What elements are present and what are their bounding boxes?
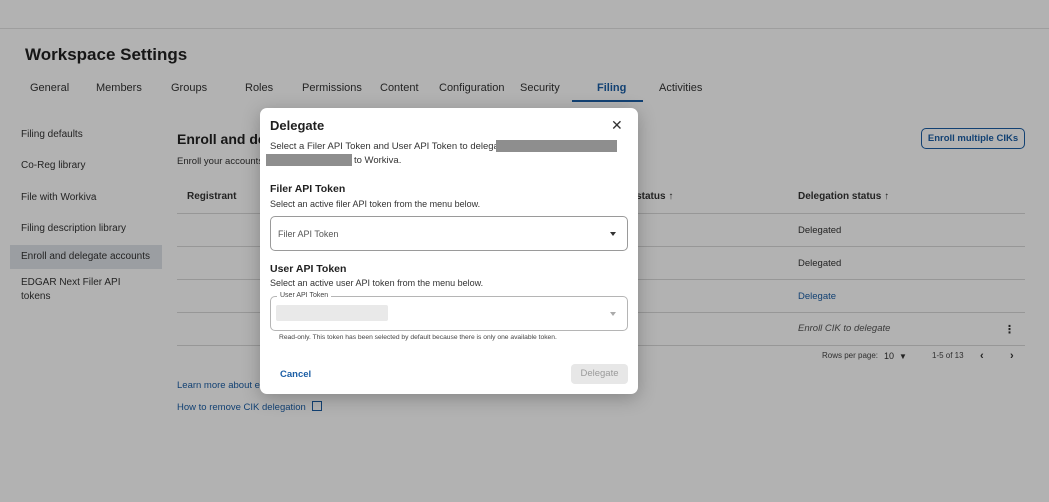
filer-token-placeholder: Filer API Token xyxy=(278,229,339,239)
user-token-value-redacted xyxy=(276,305,388,321)
filer-token-instruction: Select an active filer API token from th… xyxy=(270,199,481,209)
delegate-dialog: Delegate ✕ Select a Filer API Token and … xyxy=(260,108,638,394)
redacted-text xyxy=(496,140,617,152)
user-token-heading: User API Token xyxy=(270,263,347,275)
delegate-button[interactable]: Delegate xyxy=(571,364,628,384)
user-token-instruction: Select an active user API token from the… xyxy=(270,278,484,288)
dialog-title: Delegate xyxy=(270,118,325,133)
cancel-button[interactable]: Cancel xyxy=(280,369,311,380)
close-icon[interactable]: ✕ xyxy=(611,118,623,132)
user-token-field-label: User API Token xyxy=(277,292,332,299)
user-token-helper-text: Read-only. This token has been selected … xyxy=(279,334,557,341)
workspace-settings-page: Workspace Settings General Members Group… xyxy=(0,0,1049,502)
caret-down-icon xyxy=(610,232,616,236)
filer-token-heading: Filer API Token xyxy=(270,183,346,195)
dialog-description: Select a Filer API Token and User API To… xyxy=(270,141,507,152)
dialog-description-end: to Workiva. xyxy=(354,155,402,166)
filer-token-select[interactable]: Filer API Token xyxy=(270,216,628,251)
redacted-text xyxy=(266,154,352,166)
caret-down-icon xyxy=(610,312,616,316)
